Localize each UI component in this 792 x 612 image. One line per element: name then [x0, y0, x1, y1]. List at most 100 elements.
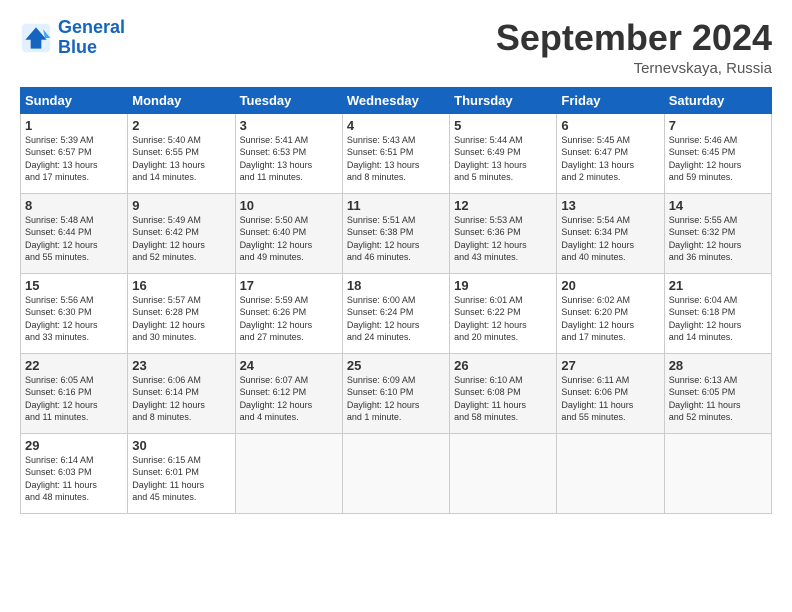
day-number: 8 — [25, 198, 123, 213]
page-container: General Blue September 2024 Ternevskaya,… — [0, 0, 792, 524]
day-details: Sunrise: 5:51 AM Sunset: 6:38 PM Dayligh… — [347, 214, 445, 264]
day-details: Sunrise: 5:43 AM Sunset: 6:51 PM Dayligh… — [347, 134, 445, 184]
table-row: 17Sunrise: 5:59 AM Sunset: 6:26 PM Dayli… — [235, 273, 342, 353]
day-number: 26 — [454, 358, 552, 373]
day-number: 10 — [240, 198, 338, 213]
day-details: Sunrise: 5:49 AM Sunset: 6:42 PM Dayligh… — [132, 214, 230, 264]
day-details: Sunrise: 6:09 AM Sunset: 6:10 PM Dayligh… — [347, 374, 445, 424]
day-details: Sunrise: 5:53 AM Sunset: 6:36 PM Dayligh… — [454, 214, 552, 264]
day-details: Sunrise: 6:01 AM Sunset: 6:22 PM Dayligh… — [454, 294, 552, 344]
table-row: 20Sunrise: 6:02 AM Sunset: 6:20 PM Dayli… — [557, 273, 664, 353]
table-row: 14Sunrise: 5:55 AM Sunset: 6:32 PM Dayli… — [664, 193, 771, 273]
table-row: 26Sunrise: 6:10 AM Sunset: 6:08 PM Dayli… — [450, 353, 557, 433]
day-number: 5 — [454, 118, 552, 133]
day-number: 14 — [669, 198, 767, 213]
day-number: 4 — [347, 118, 445, 133]
day-details: Sunrise: 6:13 AM Sunset: 6:05 PM Dayligh… — [669, 374, 767, 424]
table-row: 1Sunrise: 5:39 AM Sunset: 6:57 PM Daylig… — [21, 113, 128, 193]
logo-icon — [20, 22, 52, 54]
logo-text: General Blue — [58, 18, 125, 58]
table-row: 12Sunrise: 5:53 AM Sunset: 6:36 PM Dayli… — [450, 193, 557, 273]
calendar-week-row: 8Sunrise: 5:48 AM Sunset: 6:44 PM Daylig… — [21, 193, 772, 273]
day-details: Sunrise: 6:15 AM Sunset: 6:01 PM Dayligh… — [132, 454, 230, 504]
day-number: 9 — [132, 198, 230, 213]
table-row: 2Sunrise: 5:40 AM Sunset: 6:55 PM Daylig… — [128, 113, 235, 193]
day-details: Sunrise: 5:39 AM Sunset: 6:57 PM Dayligh… — [25, 134, 123, 184]
day-details: Sunrise: 5:45 AM Sunset: 6:47 PM Dayligh… — [561, 134, 659, 184]
table-row: 16Sunrise: 5:57 AM Sunset: 6:28 PM Dayli… — [128, 273, 235, 353]
table-row: 15Sunrise: 5:56 AM Sunset: 6:30 PM Dayli… — [21, 273, 128, 353]
day-details: Sunrise: 5:56 AM Sunset: 6:30 PM Dayligh… — [25, 294, 123, 344]
table-row: 23Sunrise: 6:06 AM Sunset: 6:14 PM Dayli… — [128, 353, 235, 433]
table-row: 18Sunrise: 6:00 AM Sunset: 6:24 PM Dayli… — [342, 273, 449, 353]
table-row: 11Sunrise: 5:51 AM Sunset: 6:38 PM Dayli… — [342, 193, 449, 273]
table-row: 5Sunrise: 5:44 AM Sunset: 6:49 PM Daylig… — [450, 113, 557, 193]
col-tuesday: Tuesday — [235, 87, 342, 113]
location: Ternevskaya, Russia — [496, 60, 772, 77]
table-row: 29Sunrise: 6:14 AM Sunset: 6:03 PM Dayli… — [21, 433, 128, 513]
day-number: 19 — [454, 278, 552, 293]
day-details: Sunrise: 6:05 AM Sunset: 6:16 PM Dayligh… — [25, 374, 123, 424]
table-row: 24Sunrise: 6:07 AM Sunset: 6:12 PM Dayli… — [235, 353, 342, 433]
table-row — [235, 433, 342, 513]
calendar-week-row: 15Sunrise: 5:56 AM Sunset: 6:30 PM Dayli… — [21, 273, 772, 353]
day-number: 15 — [25, 278, 123, 293]
calendar-header-row: Sunday Monday Tuesday Wednesday Thursday… — [21, 87, 772, 113]
day-details: Sunrise: 5:59 AM Sunset: 6:26 PM Dayligh… — [240, 294, 338, 344]
day-number: 29 — [25, 438, 123, 453]
table-row: 9Sunrise: 5:49 AM Sunset: 6:42 PM Daylig… — [128, 193, 235, 273]
day-number: 12 — [454, 198, 552, 213]
table-row — [664, 433, 771, 513]
day-number: 7 — [669, 118, 767, 133]
calendar-week-row: 22Sunrise: 6:05 AM Sunset: 6:16 PM Dayli… — [21, 353, 772, 433]
title-block: September 2024 Ternevskaya, Russia — [496, 18, 772, 77]
col-wednesday: Wednesday — [342, 87, 449, 113]
day-number: 6 — [561, 118, 659, 133]
day-details: Sunrise: 6:02 AM Sunset: 6:20 PM Dayligh… — [561, 294, 659, 344]
day-number: 18 — [347, 278, 445, 293]
table-row — [557, 433, 664, 513]
day-number: 20 — [561, 278, 659, 293]
col-thursday: Thursday — [450, 87, 557, 113]
day-details: Sunrise: 6:11 AM Sunset: 6:06 PM Dayligh… — [561, 374, 659, 424]
col-sunday: Sunday — [21, 87, 128, 113]
day-details: Sunrise: 5:50 AM Sunset: 6:40 PM Dayligh… — [240, 214, 338, 264]
day-number: 25 — [347, 358, 445, 373]
table-row: 7Sunrise: 5:46 AM Sunset: 6:45 PM Daylig… — [664, 113, 771, 193]
month-title: September 2024 — [496, 18, 772, 58]
col-friday: Friday — [557, 87, 664, 113]
day-number: 13 — [561, 198, 659, 213]
day-number: 16 — [132, 278, 230, 293]
table-row: 27Sunrise: 6:11 AM Sunset: 6:06 PM Dayli… — [557, 353, 664, 433]
day-number: 24 — [240, 358, 338, 373]
day-number: 1 — [25, 118, 123, 133]
table-row: 6Sunrise: 5:45 AM Sunset: 6:47 PM Daylig… — [557, 113, 664, 193]
table-row: 10Sunrise: 5:50 AM Sunset: 6:40 PM Dayli… — [235, 193, 342, 273]
table-row: 21Sunrise: 6:04 AM Sunset: 6:18 PM Dayli… — [664, 273, 771, 353]
day-details: Sunrise: 5:46 AM Sunset: 6:45 PM Dayligh… — [669, 134, 767, 184]
logo: General Blue — [20, 18, 125, 58]
day-details: Sunrise: 5:55 AM Sunset: 6:32 PM Dayligh… — [669, 214, 767, 264]
day-details: Sunrise: 6:07 AM Sunset: 6:12 PM Dayligh… — [240, 374, 338, 424]
day-details: Sunrise: 6:06 AM Sunset: 6:14 PM Dayligh… — [132, 374, 230, 424]
col-saturday: Saturday — [664, 87, 771, 113]
day-details: Sunrise: 6:04 AM Sunset: 6:18 PM Dayligh… — [669, 294, 767, 344]
day-number: 30 — [132, 438, 230, 453]
day-details: Sunrise: 5:41 AM Sunset: 6:53 PM Dayligh… — [240, 134, 338, 184]
table-row: 30Sunrise: 6:15 AM Sunset: 6:01 PM Dayli… — [128, 433, 235, 513]
day-number: 17 — [240, 278, 338, 293]
table-row: 4Sunrise: 5:43 AM Sunset: 6:51 PM Daylig… — [342, 113, 449, 193]
table-row: 22Sunrise: 6:05 AM Sunset: 6:16 PM Dayli… — [21, 353, 128, 433]
day-details: Sunrise: 5:44 AM Sunset: 6:49 PM Dayligh… — [454, 134, 552, 184]
day-number: 2 — [132, 118, 230, 133]
day-number: 23 — [132, 358, 230, 373]
day-number: 21 — [669, 278, 767, 293]
calendar-week-row: 29Sunrise: 6:14 AM Sunset: 6:03 PM Dayli… — [21, 433, 772, 513]
day-details: Sunrise: 6:00 AM Sunset: 6:24 PM Dayligh… — [347, 294, 445, 344]
table-row — [342, 433, 449, 513]
day-details: Sunrise: 6:10 AM Sunset: 6:08 PM Dayligh… — [454, 374, 552, 424]
table-row: 25Sunrise: 6:09 AM Sunset: 6:10 PM Dayli… — [342, 353, 449, 433]
table-row: 3Sunrise: 5:41 AM Sunset: 6:53 PM Daylig… — [235, 113, 342, 193]
day-number: 11 — [347, 198, 445, 213]
table-row — [450, 433, 557, 513]
